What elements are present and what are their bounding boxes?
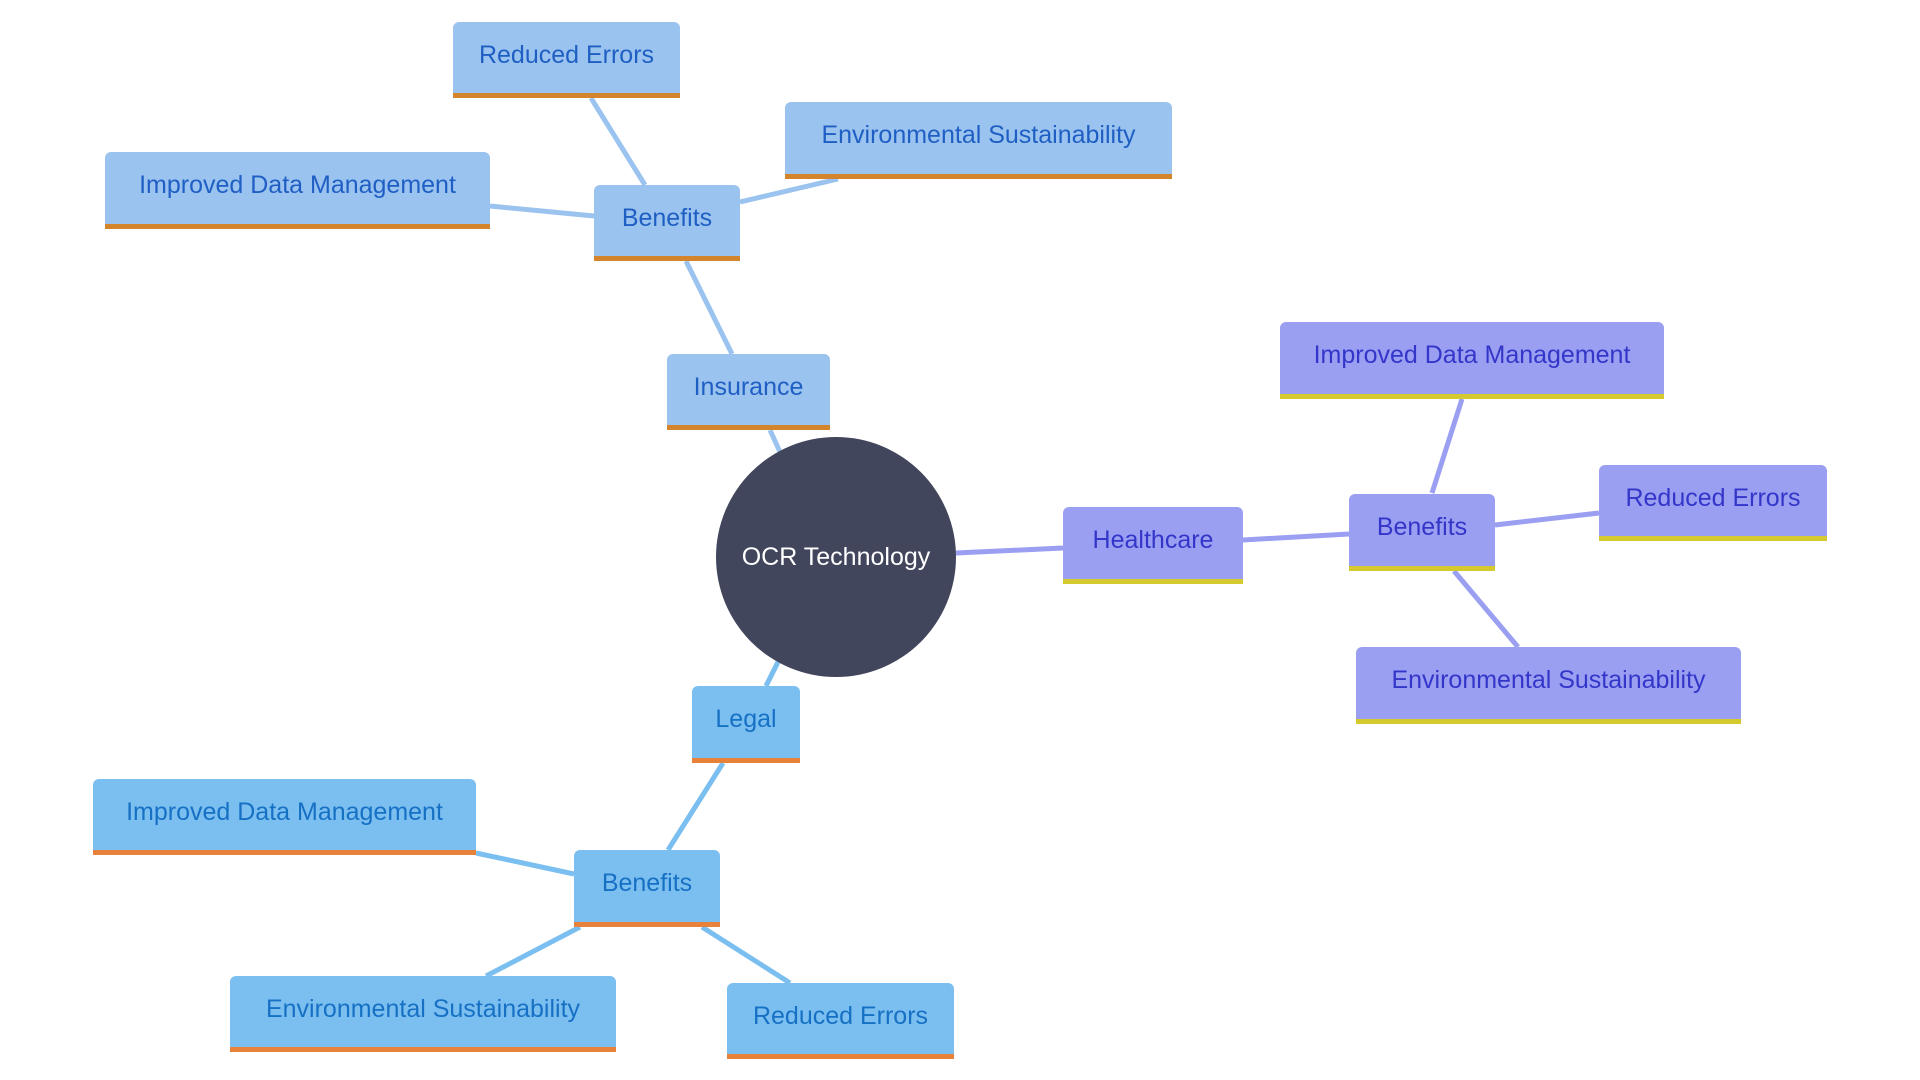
edge-legal-benefits-reduced-errors xyxy=(700,924,792,986)
edge-insurance-benefits xyxy=(683,259,735,356)
root-node-ocr-technology[interactable]: OCR Technology xyxy=(716,437,956,677)
edge-healthcare-benefits xyxy=(1242,531,1350,543)
node-label: Improved Data Management xyxy=(139,171,456,199)
node-healthcare-environmental-sustainability[interactable]: Environmental Sustainability xyxy=(1356,647,1741,724)
node-label: Environmental Sustainability xyxy=(265,994,581,1023)
edge-benefits-reduced-errors xyxy=(588,96,648,187)
node-legal-environmental-sustainability[interactable]: Environmental Sustainability xyxy=(230,976,616,1052)
node-label: Benefits xyxy=(621,203,713,232)
edge-hc-benefits-reduced-errors xyxy=(1494,510,1600,528)
edge-hc-benefits-improved-data xyxy=(1429,398,1465,494)
node-label: Environmental Sustainability xyxy=(1391,666,1706,694)
node-legal-benefits[interactable]: Benefits xyxy=(574,850,720,927)
node-insurance-benefits[interactable]: Benefits xyxy=(594,185,740,261)
edge-benefits-improved-data xyxy=(489,203,595,219)
node-label: Reduced Errors xyxy=(478,40,655,69)
node-insurance[interactable]: Insurance xyxy=(667,354,830,430)
node-legal-reduced-errors[interactable]: Reduced Errors xyxy=(727,983,954,1059)
node-label: Healthcare xyxy=(1092,526,1214,554)
node-insurance-environmental-sustainability[interactable]: Environmental Sustainability xyxy=(785,102,1172,179)
node-label: Insurance xyxy=(693,372,804,401)
edge-legal-benefits-env-sustainability xyxy=(484,924,582,979)
edge-root-legal xyxy=(763,660,781,688)
node-legal-improved-data-management[interactable]: Improved Data Management xyxy=(93,779,476,855)
node-label: Legal xyxy=(715,705,777,733)
node-healthcare-reduced-errors[interactable]: Reduced Errors xyxy=(1599,465,1827,541)
node-insurance-reduced-errors[interactable]: Reduced Errors xyxy=(453,22,680,98)
node-healthcare-improved-data-management[interactable]: Improved Data Management xyxy=(1280,322,1664,399)
edge-root-healthcare xyxy=(955,545,1064,556)
node-label: Benefits xyxy=(1376,513,1468,541)
node-healthcare[interactable]: Healthcare xyxy=(1063,507,1243,584)
edge-legal-benefits-improved-data xyxy=(475,850,575,877)
node-legal[interactable]: Legal xyxy=(692,686,800,763)
node-label: Reduced Errors xyxy=(1625,483,1801,512)
edge-legal-benefits xyxy=(665,761,726,852)
node-label: Environmental Sustainability xyxy=(821,121,1136,149)
node-label: Benefits xyxy=(601,869,693,897)
node-healthcare-benefits[interactable]: Benefits xyxy=(1349,494,1495,571)
node-insurance-improved-data-management[interactable]: Improved Data Management xyxy=(105,152,490,229)
edge-benefits-env-sustainability xyxy=(739,176,839,205)
edge-hc-benefits-env-sustainability xyxy=(1452,569,1520,649)
edge-root-insurance xyxy=(767,428,783,454)
root-label: OCR Technology xyxy=(741,542,931,571)
node-label: Improved Data Management xyxy=(1313,341,1631,369)
node-label: Improved Data Management xyxy=(126,797,443,826)
node-label: Reduced Errors xyxy=(752,1001,929,1030)
